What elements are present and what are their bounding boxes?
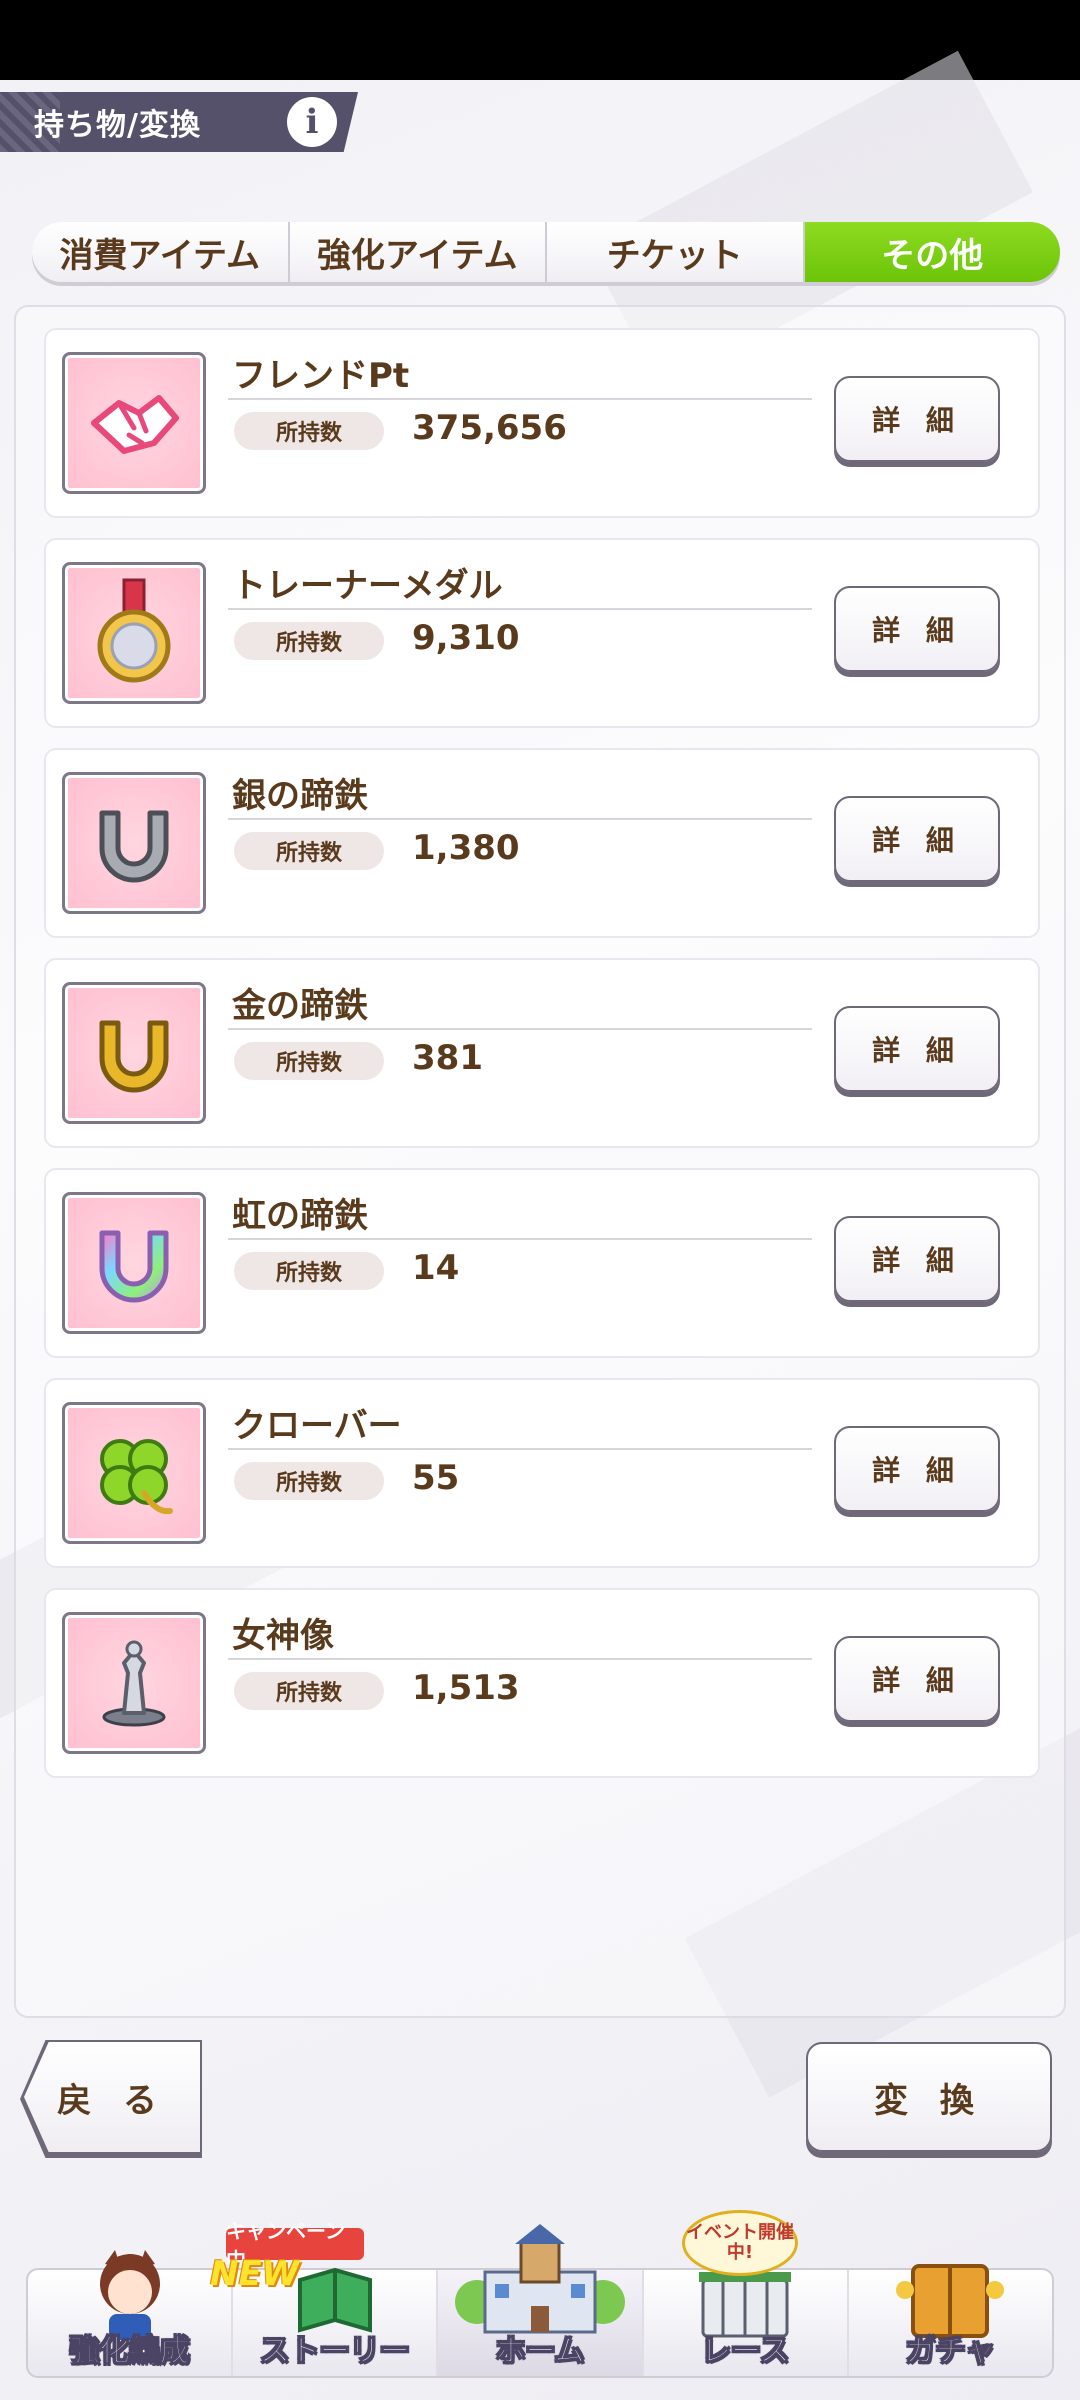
- divider: [228, 818, 812, 820]
- divider: [228, 1028, 812, 1030]
- page-title: 持ち物/変換: [34, 108, 201, 143]
- nav-item-race[interactable]: レース: [644, 2270, 849, 2376]
- list-item: フレンドPt 所持数 375,656 詳 細: [46, 330, 1038, 516]
- school-building-icon: [455, 2224, 625, 2334]
- detail-button[interactable]: 詳 細: [834, 376, 1000, 462]
- new-badge: NEW: [210, 2254, 300, 2294]
- divider: [228, 398, 812, 400]
- nav-item-enhance[interactable]: 強化編成: [28, 2250, 234, 2376]
- divider: [228, 608, 812, 610]
- nav-label: レース: [700, 2334, 790, 2370]
- count-label: 所持数: [234, 622, 384, 660]
- count-label: 所持数: [234, 1042, 384, 1080]
- status-bar: [0, 0, 1080, 80]
- detail-button[interactable]: 詳 細: [834, 1636, 1000, 1722]
- divider: [228, 1238, 812, 1240]
- nav-label: ストーリー: [259, 2334, 410, 2370]
- back-button[interactable]: 戻 る: [24, 2042, 200, 2152]
- count-label: 所持数: [234, 1462, 384, 1500]
- item-name: トレーナーメダル: [232, 566, 503, 606]
- item-name: クローバー: [232, 1406, 402, 1446]
- gold-horseshoe-icon: [62, 982, 206, 1124]
- list-item: トレーナーメダル 所持数 9,310 詳 細: [46, 540, 1038, 726]
- category-tabs: 消費アイテム 強化アイテム チケット その他: [32, 222, 1060, 282]
- count-value: 1,513: [412, 1668, 520, 1708]
- count-value: 1,380: [412, 828, 520, 868]
- count-value: 14: [412, 1248, 460, 1288]
- item-name: 虹の蹄鉄: [232, 1196, 368, 1236]
- tab-tickets[interactable]: チケット: [547, 222, 805, 282]
- info-icon[interactable]: i: [287, 97, 337, 147]
- tab-consumables[interactable]: 消費アイテム: [32, 222, 290, 282]
- event-badge: イベント開催中!: [682, 2210, 798, 2276]
- goddess-statue-icon: [62, 1612, 206, 1754]
- detail-button[interactable]: 詳 細: [834, 1216, 1000, 1302]
- count-value: 55: [412, 1458, 460, 1498]
- count-value: 9,310: [412, 618, 520, 658]
- rainbow-horseshoe-icon: [62, 1192, 206, 1334]
- nav-label: ガチャ: [905, 2334, 996, 2370]
- medal-icon: [62, 562, 206, 704]
- count-value: 375,656: [412, 408, 567, 448]
- handshake-icon: [62, 352, 206, 494]
- item-name: 金の蹄鉄: [232, 986, 368, 1026]
- count-label: 所持数: [234, 1672, 384, 1710]
- silver-horseshoe-icon: [62, 772, 206, 914]
- list-item: 銀の蹄鉄 所持数 1,380 詳 細: [46, 750, 1038, 936]
- detail-button[interactable]: 詳 細: [834, 586, 1000, 672]
- count-label: 所持数: [234, 1252, 384, 1290]
- nav-item-home[interactable]: ホーム: [438, 2224, 644, 2376]
- tab-other[interactable]: その他: [804, 222, 1060, 282]
- detail-button[interactable]: 詳 細: [834, 1426, 1000, 1512]
- list-item: 金の蹄鉄 所持数 381 詳 細: [46, 960, 1038, 1146]
- count-label: 所持数: [234, 412, 384, 450]
- bottom-nav: 強化編成 ストーリー ホーム レース ガチャ: [26, 2224, 1054, 2378]
- item-name: フレンドPt: [232, 356, 410, 396]
- list-item: 虹の蹄鉄 所持数 14 詳 細: [46, 1170, 1038, 1356]
- detail-button[interactable]: 詳 細: [834, 796, 1000, 882]
- list-item: 女神像 所持数 1,513 詳 細: [46, 1590, 1038, 1776]
- tab-enhancement[interactable]: 強化アイテム: [289, 222, 547, 282]
- list-item: クローバー 所持数 55 詳 細: [46, 1380, 1038, 1566]
- count-value: 381: [412, 1038, 483, 1078]
- divider: [228, 1448, 812, 1450]
- nav-label: ホーム: [495, 2334, 585, 2370]
- nav-label: 強化編成: [69, 2334, 190, 2370]
- count-label: 所持数: [234, 832, 384, 870]
- clover-icon: [62, 1402, 206, 1544]
- item-name: 女神像: [232, 1616, 334, 1656]
- item-name: 銀の蹄鉄: [232, 776, 368, 816]
- detail-button[interactable]: 詳 細: [834, 1006, 1000, 1092]
- nav-item-gacha[interactable]: ガチャ: [849, 2264, 1052, 2376]
- convert-button[interactable]: 変 換: [806, 2042, 1052, 2152]
- divider: [228, 1658, 812, 1660]
